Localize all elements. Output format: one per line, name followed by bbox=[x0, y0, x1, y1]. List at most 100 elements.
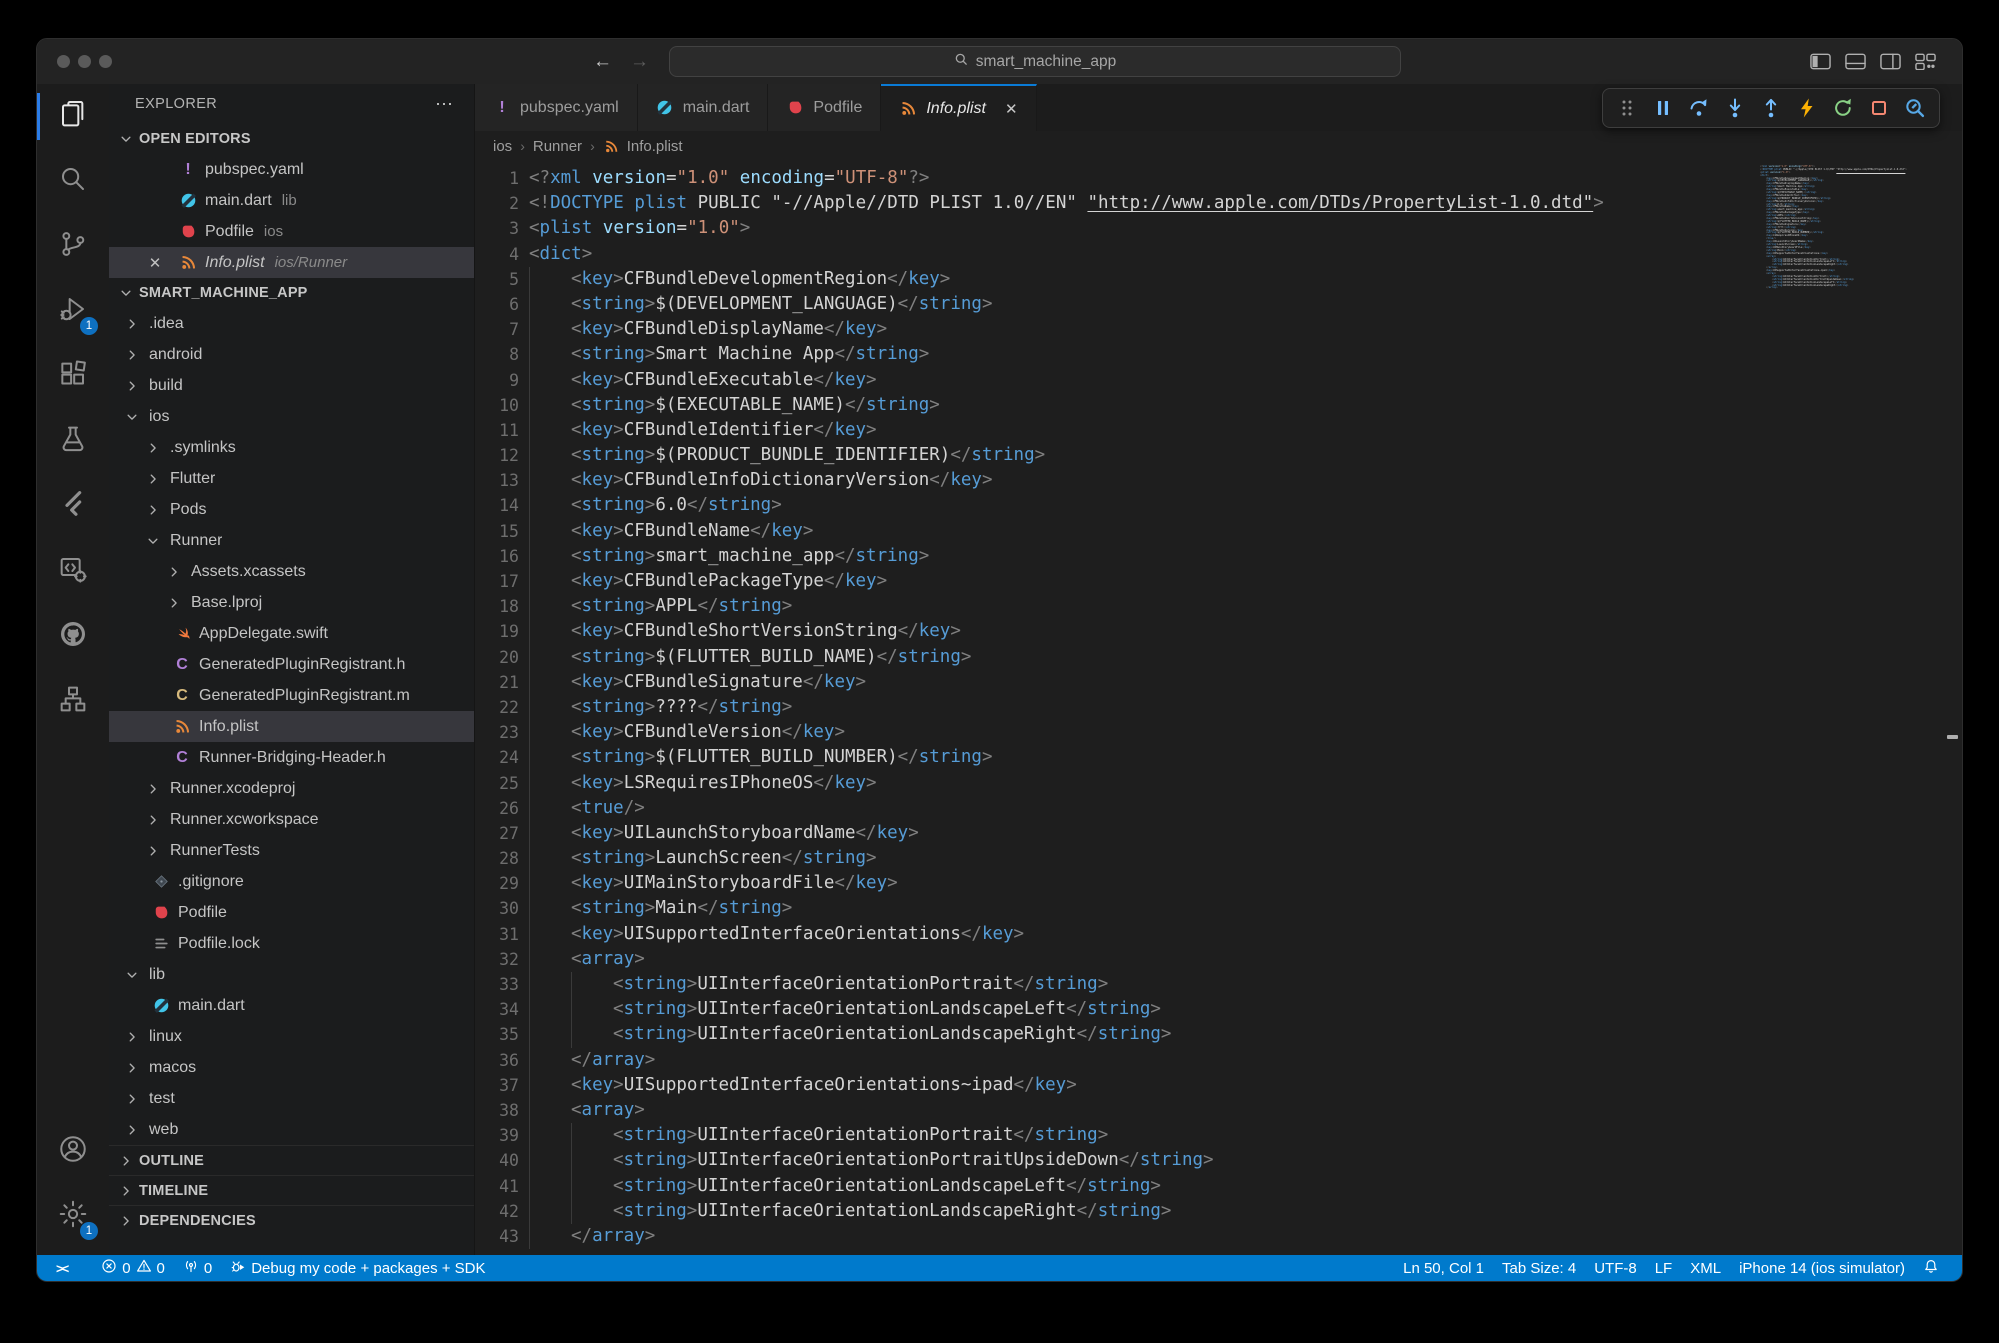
step-into-button[interactable] bbox=[1719, 92, 1751, 124]
tree-item-appdelegate-swift[interactable]: AppDelegate.swift bbox=[109, 618, 474, 649]
status-item-notifications[interactable] bbox=[1914, 1255, 1948, 1281]
minimap[interactable]: <?xml version="1.0" encoding="UTF-8"?><!… bbox=[1760, 166, 1912, 290]
tree-item-macos[interactable]: macos bbox=[109, 1052, 474, 1083]
pause-button[interactable] bbox=[1647, 92, 1679, 124]
status-item-cursor-position[interactable]: Ln 50, Col 1 bbox=[1394, 1255, 1493, 1281]
status-item-encoding[interactable]: UTF-8 bbox=[1585, 1255, 1646, 1281]
activity-item-references[interactable] bbox=[37, 669, 109, 734]
error-icon bbox=[101, 1258, 117, 1278]
tree-item-web[interactable]: web bbox=[109, 1114, 474, 1145]
project-root-header[interactable]: SMART_MACHINE_APP bbox=[109, 278, 474, 308]
close-icon[interactable]: ✕ bbox=[145, 254, 165, 272]
command-center-search[interactable]: smart_machine_app bbox=[669, 46, 1401, 77]
status-item-device[interactable]: iPhone 14 (ios simulator) bbox=[1730, 1255, 1914, 1281]
tree-item-podfile[interactable]: Podfile bbox=[109, 897, 474, 928]
open-devtools-button[interactable] bbox=[1899, 92, 1931, 124]
status-item-feedback[interactable]: 0 bbox=[174, 1255, 221, 1281]
activity-item-testing[interactable] bbox=[37, 409, 109, 474]
activity-item-flutter[interactable] bbox=[37, 474, 109, 539]
toggle-secondary-sidebar-button[interactable] bbox=[1880, 53, 1901, 70]
status-item-eol[interactable]: LF bbox=[1646, 1255, 1682, 1281]
activity-item-run-and-debug[interactable]: 1 bbox=[37, 279, 109, 344]
tab-pubspec-yaml[interactable]: !pubspec.yaml bbox=[475, 84, 638, 131]
code-token: < bbox=[571, 571, 582, 591]
activity-item-github[interactable] bbox=[37, 604, 109, 669]
tree-item-generatedpluginregistrant-m[interactable]: CGeneratedPluginRegistrant.m bbox=[109, 680, 474, 711]
tab-info-plist[interactable]: Info.plist✕ bbox=[881, 84, 1036, 131]
activity-item-search[interactable] bbox=[37, 149, 109, 214]
section-header-timeline[interactable]: TIMELINE bbox=[109, 1175, 474, 1205]
activity-item-explorer[interactable] bbox=[37, 84, 109, 149]
breadcrumb-item-info-plist[interactable]: Info.plist bbox=[603, 137, 683, 155]
more-actions-icon[interactable]: ⋯ bbox=[435, 94, 454, 115]
code-token: dict bbox=[540, 244, 582, 264]
tree-item-info-plist[interactable]: Info.plist bbox=[109, 711, 474, 742]
tree-item-runner-xcworkspace[interactable]: Runner.xcworkspace bbox=[109, 804, 474, 835]
status-item-remote-indicator[interactable]: >< bbox=[47, 1255, 92, 1281]
tab-main-dart[interactable]: main.dart bbox=[638, 84, 769, 131]
tree-item-runner-bridging-header-h[interactable]: CRunner-Bridging-Header.h bbox=[109, 742, 474, 773]
line-number: 19 bbox=[475, 619, 519, 644]
code-line: 8<string>Smart Machine App</string> bbox=[475, 342, 1962, 367]
open-editor-item[interactable]: Podfileios bbox=[109, 216, 474, 247]
tree-item-runnertests[interactable]: RunnerTests bbox=[109, 835, 474, 866]
tree-item-build[interactable]: build bbox=[109, 370, 474, 401]
tree-item-runner[interactable]: Runner bbox=[109, 525, 474, 556]
breadcrumb-item-runner[interactable]: Runner bbox=[533, 138, 582, 155]
tree-item-base-lproj[interactable]: Base.lproj bbox=[109, 587, 474, 618]
zoom-button[interactable] bbox=[99, 55, 112, 68]
code-token: string bbox=[1087, 1176, 1150, 1196]
step-out-button[interactable] bbox=[1755, 92, 1787, 124]
tree-item-main-dart[interactable]: main.dart bbox=[109, 990, 474, 1021]
status-item-problems[interactable]: 00 bbox=[92, 1255, 174, 1281]
tree-item-ios[interactable]: ios bbox=[109, 401, 474, 432]
code-editor[interactable]: 1<?xml version="1.0" encoding="UTF-8"?>2… bbox=[475, 161, 1962, 1255]
tree-item-pods[interactable]: Pods bbox=[109, 494, 474, 525]
tree-item--symlinks[interactable]: .symlinks bbox=[109, 432, 474, 463]
status-item-debug-session[interactable]: Debug my code + packages + SDK bbox=[221, 1255, 494, 1281]
step-over-button[interactable] bbox=[1683, 92, 1715, 124]
back-button[interactable]: ← bbox=[593, 51, 612, 73]
hot-reload-button[interactable] bbox=[1791, 92, 1823, 124]
tree-item-podfile-lock[interactable]: Podfile.lock bbox=[109, 928, 474, 959]
forward-button[interactable]: → bbox=[630, 51, 649, 73]
tree-item-assets-xcassets[interactable]: Assets.xcassets bbox=[109, 556, 474, 587]
open-editors-header[interactable]: OPEN EDITORS bbox=[109, 124, 474, 154]
tree-item--idea[interactable]: .idea bbox=[109, 308, 474, 339]
section-header-dependencies[interactable]: DEPENDENCIES bbox=[109, 1205, 474, 1235]
section-header-outline[interactable]: OUTLINE bbox=[109, 1145, 474, 1175]
activity-item-source-control[interactable] bbox=[37, 214, 109, 279]
tree-item-flutter[interactable]: Flutter bbox=[109, 463, 474, 494]
breadcrumb-item-ios[interactable]: ios bbox=[493, 138, 512, 155]
tree-item-label: .idea bbox=[149, 315, 184, 333]
activity-item-dart-devtools[interactable] bbox=[37, 539, 109, 604]
tree-item-label: build bbox=[149, 377, 183, 395]
tab-podfile[interactable]: Podfile bbox=[768, 84, 881, 131]
stop-button[interactable] bbox=[1863, 92, 1895, 124]
drag-grip-button[interactable] bbox=[1611, 92, 1643, 124]
activity-item-extensions[interactable] bbox=[37, 344, 109, 409]
tree-item-lib[interactable]: lib bbox=[109, 959, 474, 990]
toggle-primary-sidebar-button[interactable] bbox=[1810, 53, 1831, 70]
tree-item-runner-xcodeproj[interactable]: Runner.xcodeproj bbox=[109, 773, 474, 804]
activity-item-settings[interactable]: 1 bbox=[37, 1184, 109, 1249]
open-editor-item[interactable]: main.dartlib bbox=[109, 185, 474, 216]
close-icon[interactable]: ✕ bbox=[1005, 100, 1018, 118]
open-editor-item[interactable]: ✕Info.plistios/Runner bbox=[109, 247, 474, 278]
minimize-button[interactable] bbox=[78, 55, 91, 68]
restart-button[interactable] bbox=[1827, 92, 1859, 124]
tree-item--gitignore[interactable]: .gitignore bbox=[109, 866, 474, 897]
activity-item-account[interactable] bbox=[37, 1119, 109, 1184]
tree-item-test[interactable]: test bbox=[109, 1083, 474, 1114]
close-button[interactable] bbox=[57, 55, 70, 68]
tree-item-android[interactable]: android bbox=[109, 339, 474, 370]
status-item-language-mode[interactable]: XML bbox=[1681, 1255, 1730, 1281]
open-editor-item[interactable]: !pubspec.yaml bbox=[109, 154, 474, 185]
tree-item-linux[interactable]: linux bbox=[109, 1021, 474, 1052]
code-token: $(PRODUCT_BUNDLE_IDENTIFIER) bbox=[655, 445, 950, 465]
scrollbar-marker[interactable] bbox=[1947, 735, 1958, 739]
tree-item-generatedpluginregistrant-h[interactable]: CGeneratedPluginRegistrant.h bbox=[109, 649, 474, 680]
toggle-panel-button[interactable] bbox=[1845, 53, 1866, 70]
customize-layout-button[interactable] bbox=[1915, 53, 1936, 70]
status-item-tab-size[interactable]: Tab Size: 4 bbox=[1493, 1255, 1585, 1281]
